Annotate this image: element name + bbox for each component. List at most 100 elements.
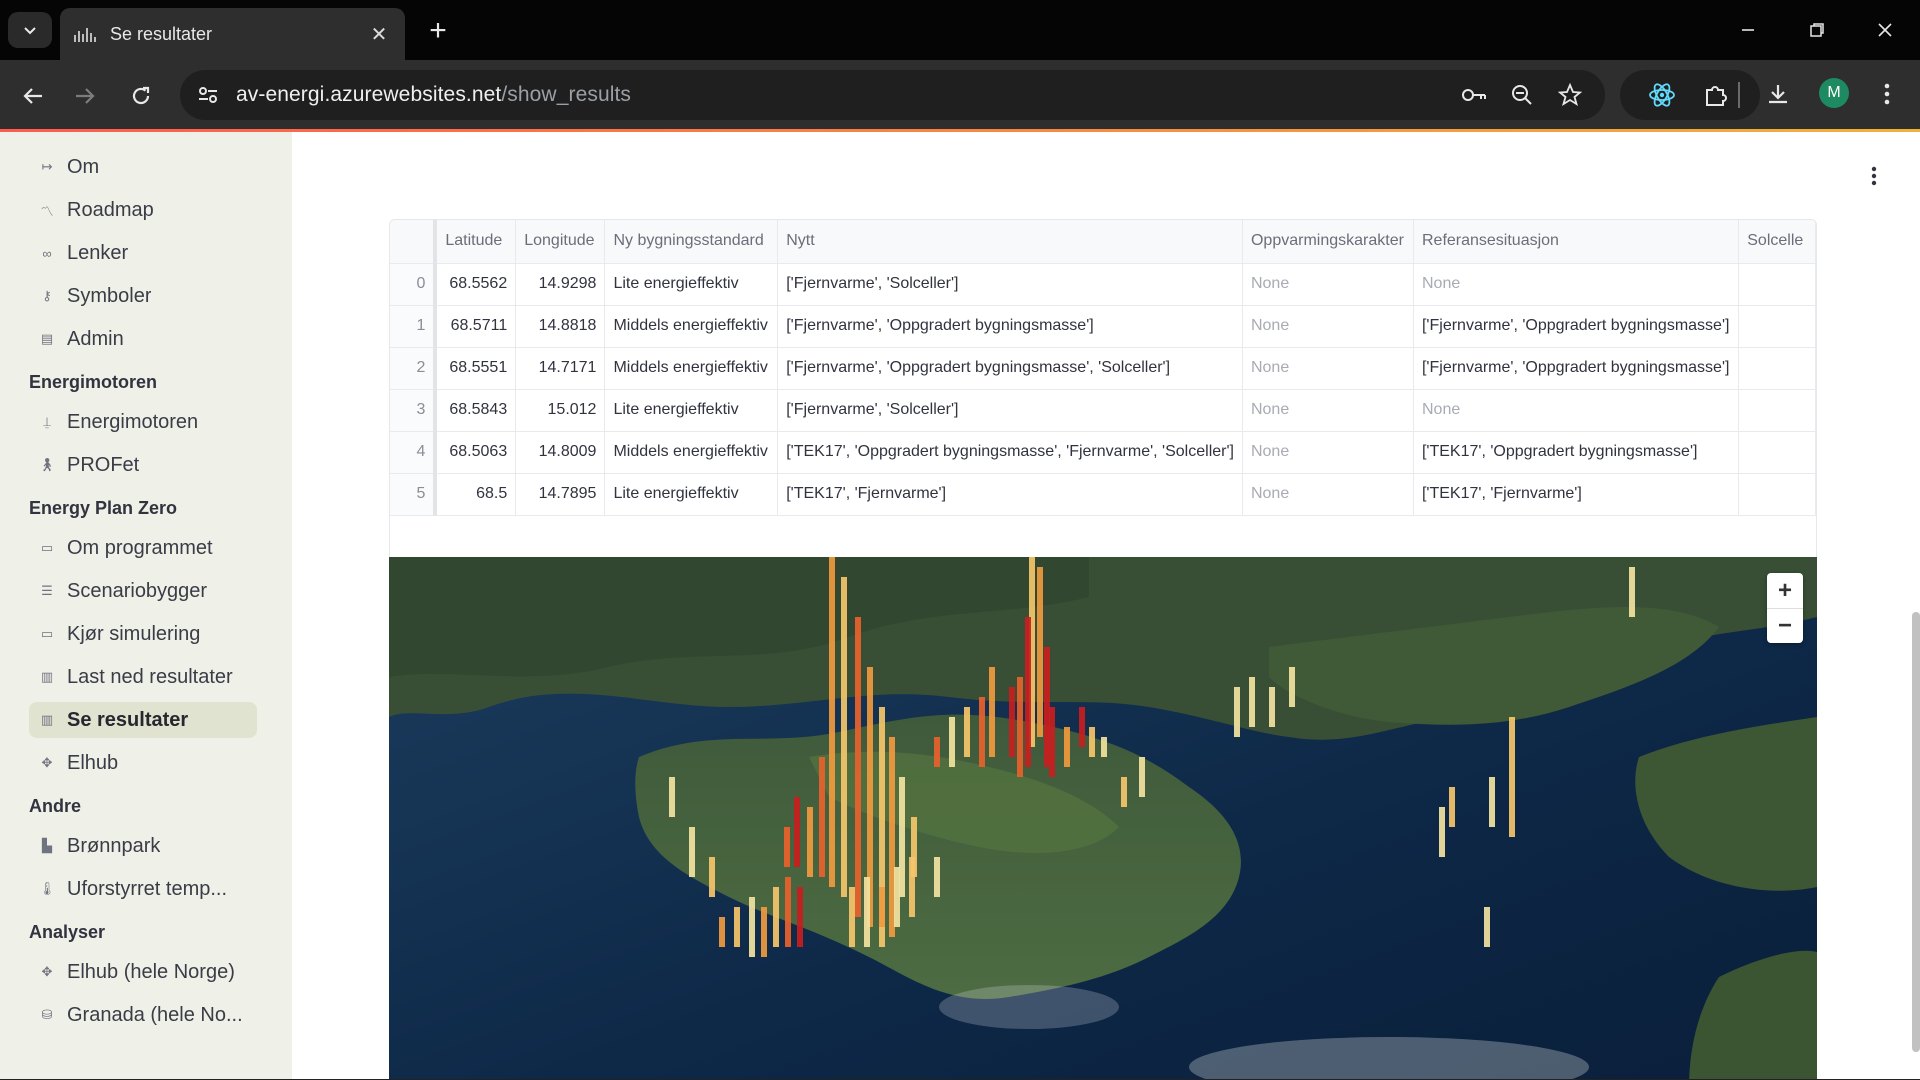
table-cell[interactable]: 14.8009: [515, 431, 606, 474]
password-key-icon[interactable]: [1461, 82, 1487, 108]
close-tab-icon[interactable]: ✕: [367, 22, 391, 46]
table-cell[interactable]: ['Fjernvarme', 'Oppgradert bygningsmasse…: [1413, 347, 1740, 390]
table-cell[interactable]: 14.8818: [515, 305, 606, 348]
table-cell[interactable]: [1738, 389, 1816, 432]
sidebar-item-scenariobygger[interactable]: ☰ Scenariobygger: [29, 573, 257, 609]
table-cell[interactable]: ['Fjernvarme', 'Oppgradert bygningsmasse…: [777, 305, 1243, 348]
restore-button[interactable]: [1795, 10, 1839, 50]
sidebar-item-kjor-simulering[interactable]: ▭ Kjør simulering: [29, 616, 257, 652]
browser-toolbar: av-energi.azurewebsites.net/show_results…: [0, 60, 1920, 130]
table-cell[interactable]: [1738, 305, 1816, 348]
sidebar-item-lenker[interactable]: ∞ Lenker: [29, 235, 257, 271]
table-cell[interactable]: [1738, 431, 1816, 474]
table-cell[interactable]: [1738, 473, 1816, 516]
table-cell[interactable]: Lite energieffektiv: [604, 473, 779, 516]
column-header[interactable]: Solcelle: [1738, 220, 1816, 264]
column-header[interactable]: Latitude: [435, 220, 517, 264]
table-cell[interactable]: 68.5: [435, 473, 517, 516]
table-cell[interactable]: Lite energieffektiv: [604, 389, 779, 432]
table-cell[interactable]: None: [1242, 389, 1414, 432]
table-cell[interactable]: Lite energieffektiv: [604, 263, 779, 306]
main-menu-button[interactable]: [1862, 162, 1886, 190]
table-cell[interactable]: ['TEK17', 'Fjernvarme']: [1413, 473, 1740, 516]
table-cell[interactable]: ['Fjernvarme', 'Oppgradert bygningsmasse…: [1413, 305, 1740, 348]
table-cell[interactable]: 68.5551: [435, 347, 517, 390]
table-cell[interactable]: None: [1242, 347, 1414, 390]
table-cell[interactable]: None: [1413, 263, 1740, 306]
sidebar-item-uforstyrret-temp[interactable]: 🌡︎ Uforstyrret temp...: [29, 871, 257, 907]
back-button[interactable]: [13, 76, 53, 116]
pydeck-map[interactable]: + −: [389, 557, 1817, 1080]
sidebar-item-admin[interactable]: ▤ Admin: [29, 321, 257, 357]
table-cell[interactable]: 14.7895: [515, 473, 606, 516]
column-header[interactable]: Ny bygningsstandard: [604, 220, 779, 264]
row-index[interactable]: 5: [390, 473, 438, 516]
sidebar-item-om[interactable]: ↦ Om: [29, 149, 257, 185]
active-tab[interactable]: Se resultater ✕: [60, 8, 405, 60]
table-cell[interactable]: ['TEK17', 'Fjernvarme']: [777, 473, 1243, 516]
table-cell[interactable]: [1738, 263, 1816, 306]
sidebar-item-granada-hele-norge[interactable]: ⛁ Granada (hele No...: [29, 997, 257, 1033]
sidebar-item-om-programmet[interactable]: ▭ Om programmet: [29, 530, 257, 566]
sidebar-item-bronnpark[interactable]: ▙ Brønnpark: [29, 828, 257, 864]
table-cell[interactable]: 68.5063: [435, 431, 517, 474]
zoom-in-button[interactable]: +: [1767, 573, 1803, 608]
sidebar-item-profet[interactable]: 🚶︎ PROFet: [29, 447, 257, 483]
table-cell[interactable]: [1738, 347, 1816, 390]
row-index[interactable]: 2: [390, 347, 438, 390]
sidebar-item-energimotoren[interactable]: ⍊ Energimotoren: [29, 404, 257, 440]
extensions-puzzle-icon[interactable]: [1698, 77, 1734, 113]
address-bar[interactable]: av-energi.azurewebsites.net/show_results: [180, 70, 1605, 120]
table-cell[interactable]: Middels energieffektiv: [604, 431, 779, 474]
table-cell[interactable]: Middels energieffektiv: [604, 305, 779, 348]
zoom-out-icon[interactable]: [1509, 82, 1535, 108]
table-cell[interactable]: 15.012: [515, 389, 606, 432]
table-cell[interactable]: 68.5711: [435, 305, 517, 348]
column-header[interactable]: Longitude: [515, 220, 606, 264]
sidebar-item-elhub-hele-norge[interactable]: ✥ Elhub (hele Norge): [29, 954, 257, 990]
sidebar-item-symboler[interactable]: ⚷ Symboler: [29, 278, 257, 314]
sidebar-item-elhub[interactable]: ✥ Elhub: [29, 745, 257, 781]
satellite-map-view[interactable]: [389, 557, 1817, 1080]
tab-search-button[interactable]: [8, 12, 52, 48]
page-scrollbar[interactable]: [1912, 612, 1920, 1052]
zoom-out-button[interactable]: −: [1767, 608, 1803, 643]
table-cell[interactable]: None: [1413, 389, 1740, 432]
table-cell[interactable]: ['Fjernvarme', 'Oppgradert bygningsmasse…: [777, 347, 1243, 390]
table-cell[interactable]: ['TEK17', 'Oppgradert bygningsmasse', 'F…: [777, 431, 1243, 474]
reload-button[interactable]: [121, 76, 161, 116]
table-cell[interactable]: 68.5562: [435, 263, 517, 306]
column-header[interactable]: Oppvarmingskarakter: [1242, 220, 1414, 264]
column-header[interactable]: Nytt: [777, 220, 1243, 264]
table-cell[interactable]: None: [1242, 263, 1414, 306]
row-index[interactable]: 1: [390, 305, 438, 348]
table-cell[interactable]: ['Fjernvarme', 'Solceller']: [777, 389, 1243, 432]
bookmark-star-icon[interactable]: [1557, 82, 1583, 108]
column-header[interactable]: Referansesituasjon: [1413, 220, 1740, 264]
forward-button[interactable]: [65, 76, 105, 116]
minimize-button[interactable]: [1726, 10, 1770, 50]
download-icon[interactable]: [1760, 76, 1796, 112]
table-cell[interactable]: 68.5843: [435, 389, 517, 432]
sidebar-item-se-resultater[interactable]: ▥ Se resultater: [29, 702, 257, 738]
table-cell[interactable]: Middels energieffektiv: [604, 347, 779, 390]
column-header[interactable]: [390, 220, 438, 264]
react-devtools-icon[interactable]: [1644, 77, 1680, 113]
sidebar-item-last-ned-resultater[interactable]: ▥ Last ned resultater: [29, 659, 257, 695]
site-info-icon[interactable]: [196, 83, 220, 107]
row-index[interactable]: 0: [390, 263, 438, 306]
browser-menu-icon[interactable]: [1869, 76, 1905, 112]
table-cell[interactable]: None: [1242, 305, 1414, 348]
table-cell[interactable]: None: [1242, 473, 1414, 516]
row-index[interactable]: 4: [390, 431, 438, 474]
table-cell[interactable]: ['TEK17', 'Oppgradert bygningsmasse']: [1413, 431, 1740, 474]
row-index[interactable]: 3: [390, 389, 438, 432]
new-tab-button[interactable]: +: [420, 14, 456, 48]
table-cell[interactable]: None: [1242, 431, 1414, 474]
close-window-button[interactable]: [1863, 10, 1907, 50]
table-cell[interactable]: ['Fjernvarme', 'Solceller']: [777, 263, 1243, 306]
profile-avatar[interactable]: M: [1819, 78, 1849, 108]
table-cell[interactable]: 14.7171: [515, 347, 606, 390]
sidebar-item-roadmap[interactable]: 〽 Roadmap: [29, 192, 257, 228]
table-cell[interactable]: 14.9298: [515, 263, 606, 306]
